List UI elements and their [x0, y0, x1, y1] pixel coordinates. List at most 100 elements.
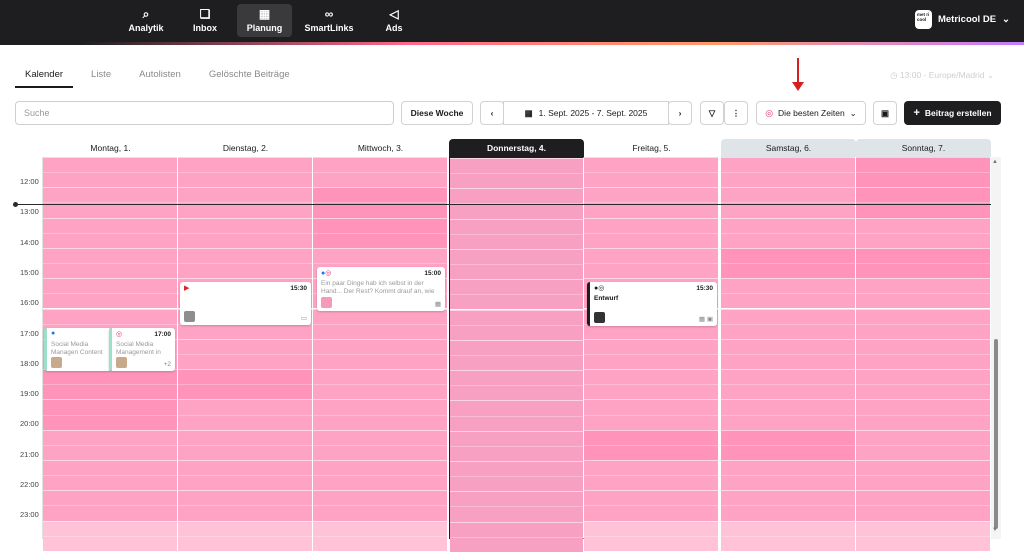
day-header[interactable]: Dienstag, 2.	[178, 139, 313, 157]
time-slot[interactable]	[178, 429, 312, 460]
best-times-dropdown[interactable]: ◎ Die besten Zeiten ⌄	[756, 101, 866, 125]
day-column[interactable]	[178, 157, 313, 551]
time-slot[interactable]	[313, 369, 447, 400]
day-header[interactable]: Sonntag, 7.	[856, 139, 991, 157]
time-slot[interactable]	[43, 490, 177, 521]
next-week-button[interactable]: ›	[668, 101, 692, 125]
time-slot[interactable]	[178, 157, 312, 188]
tab-kalender[interactable]: Kalender	[15, 64, 74, 88]
time-slot[interactable]	[43, 399, 177, 430]
time-slot[interactable]	[584, 520, 718, 551]
time-slot[interactable]	[43, 247, 177, 279]
day-header[interactable]: Freitag, 5.	[584, 139, 719, 157]
time-slot[interactable]	[584, 460, 718, 491]
time-slot[interactable]	[450, 521, 583, 552]
post-card[interactable]: ●◎ 15:00 Ein paar Dinge hab ich selbst i…	[317, 267, 445, 311]
time-slot[interactable]	[584, 217, 718, 248]
post-card[interactable]: ▶ 15:30 ▭	[180, 282, 311, 325]
nav-planung[interactable]: ▦ Planung	[237, 4, 292, 37]
post-card[interactable]: ◎ 17:00 Social Media Management in acht?…	[109, 328, 175, 371]
time-slot[interactable]	[450, 248, 583, 280]
time-slot[interactable]	[43, 278, 177, 309]
nav-ads[interactable]: ◁ Ads	[376, 4, 412, 37]
day-column[interactable]	[721, 157, 856, 551]
time-slot[interactable]	[450, 491, 583, 522]
time-slot[interactable]	[856, 217, 990, 248]
time-slot[interactable]	[313, 460, 447, 491]
time-slot[interactable]	[721, 187, 855, 218]
time-slot[interactable]	[178, 217, 312, 248]
time-slot[interactable]	[721, 369, 855, 400]
time-slot[interactable]	[856, 460, 990, 491]
time-slot[interactable]	[721, 490, 855, 521]
prev-week-button[interactable]: ‹	[480, 101, 504, 125]
time-slot[interactable]	[584, 157, 718, 188]
time-slot[interactable]	[43, 217, 177, 248]
time-slot[interactable]	[721, 308, 855, 339]
time-slot[interactable]	[721, 338, 855, 370]
time-slot[interactable]	[313, 157, 447, 188]
time-slot[interactable]	[856, 308, 990, 339]
tab-liste[interactable]: Liste	[81, 64, 121, 88]
time-slot[interactable]	[856, 429, 990, 460]
time-slot[interactable]	[856, 369, 990, 400]
nav-smartlinks[interactable]: ∞ SmartLinks	[304, 4, 354, 37]
time-slot[interactable]	[43, 187, 177, 218]
time-slot[interactable]	[856, 278, 990, 309]
create-post-button[interactable]: + Beitrag erstellen	[904, 101, 1001, 125]
time-slot[interactable]	[721, 429, 855, 460]
this-week-button[interactable]: Diese Woche	[401, 101, 473, 125]
time-slot[interactable]	[43, 157, 177, 188]
time-slot[interactable]	[313, 217, 447, 248]
post-card-draft[interactable]: ●◎ 15:30 Entwurf ▦ ▣	[587, 282, 717, 326]
time-slot[interactable]	[178, 399, 312, 430]
timezone-selector[interactable]: ◷ 13:00 - Europe/Madrid ⌄	[890, 70, 994, 81]
account-switcher[interactable]: met ri cool Metricool DE ⌄	[914, 10, 1010, 29]
time-slot[interactable]	[584, 490, 718, 521]
media-library-button[interactable]: ▣	[873, 101, 897, 125]
nav-analytik[interactable]: ⌕ Analytik	[124, 4, 168, 37]
time-slot[interactable]	[450, 279, 583, 310]
time-slot[interactable]	[584, 247, 718, 279]
time-slot[interactable]	[450, 158, 583, 189]
scroll-down-arrow-icon[interactable]: ▼	[992, 527, 998, 533]
time-slot[interactable]	[721, 278, 855, 309]
day-header[interactable]: Donnerstag, 4.	[449, 139, 584, 157]
time-slot[interactable]	[721, 460, 855, 491]
search-input[interactable]: Suche	[15, 101, 394, 125]
time-slot[interactable]	[178, 520, 312, 551]
day-column[interactable]	[856, 157, 991, 551]
time-slot[interactable]	[584, 399, 718, 430]
time-slot[interactable]	[313, 429, 447, 460]
tab-autolisten[interactable]: Autolisten	[129, 64, 191, 88]
time-slot[interactable]	[450, 218, 583, 249]
time-slot[interactable]	[584, 338, 718, 370]
time-slot[interactable]	[178, 187, 312, 218]
time-slot[interactable]	[450, 339, 583, 371]
day-column[interactable]	[449, 157, 584, 552]
time-slot[interactable]	[450, 400, 583, 431]
time-slot[interactable]	[721, 157, 855, 188]
time-slot[interactable]	[856, 187, 990, 218]
nav-inbox[interactable]: ❏ Inbox	[186, 4, 224, 37]
date-range-picker[interactable]: ▦ 1. Sept. 2025 - 7. Sept. 2025	[503, 101, 669, 125]
time-slot[interactable]	[721, 247, 855, 279]
time-slot[interactable]	[856, 338, 990, 370]
time-slot[interactable]	[856, 399, 990, 430]
time-slot[interactable]	[313, 187, 447, 218]
day-header[interactable]: Samstag, 6.	[721, 139, 856, 157]
time-slot[interactable]	[43, 520, 177, 551]
time-slot[interactable]	[856, 520, 990, 551]
tab-geloeschte-beitraege[interactable]: Gelöschte Beiträge	[199, 64, 300, 88]
time-slot[interactable]	[721, 217, 855, 248]
time-slot[interactable]	[313, 308, 447, 339]
time-slot[interactable]	[856, 247, 990, 279]
filter-button[interactable]: ▽	[700, 101, 724, 125]
time-slot[interactable]	[178, 490, 312, 521]
more-options-button[interactable]: ⋮	[724, 101, 748, 125]
time-slot[interactable]	[584, 429, 718, 460]
time-slot[interactable]	[178, 338, 312, 370]
time-slot[interactable]	[450, 370, 583, 401]
time-slot[interactable]	[450, 430, 583, 461]
time-slot[interactable]	[313, 399, 447, 430]
